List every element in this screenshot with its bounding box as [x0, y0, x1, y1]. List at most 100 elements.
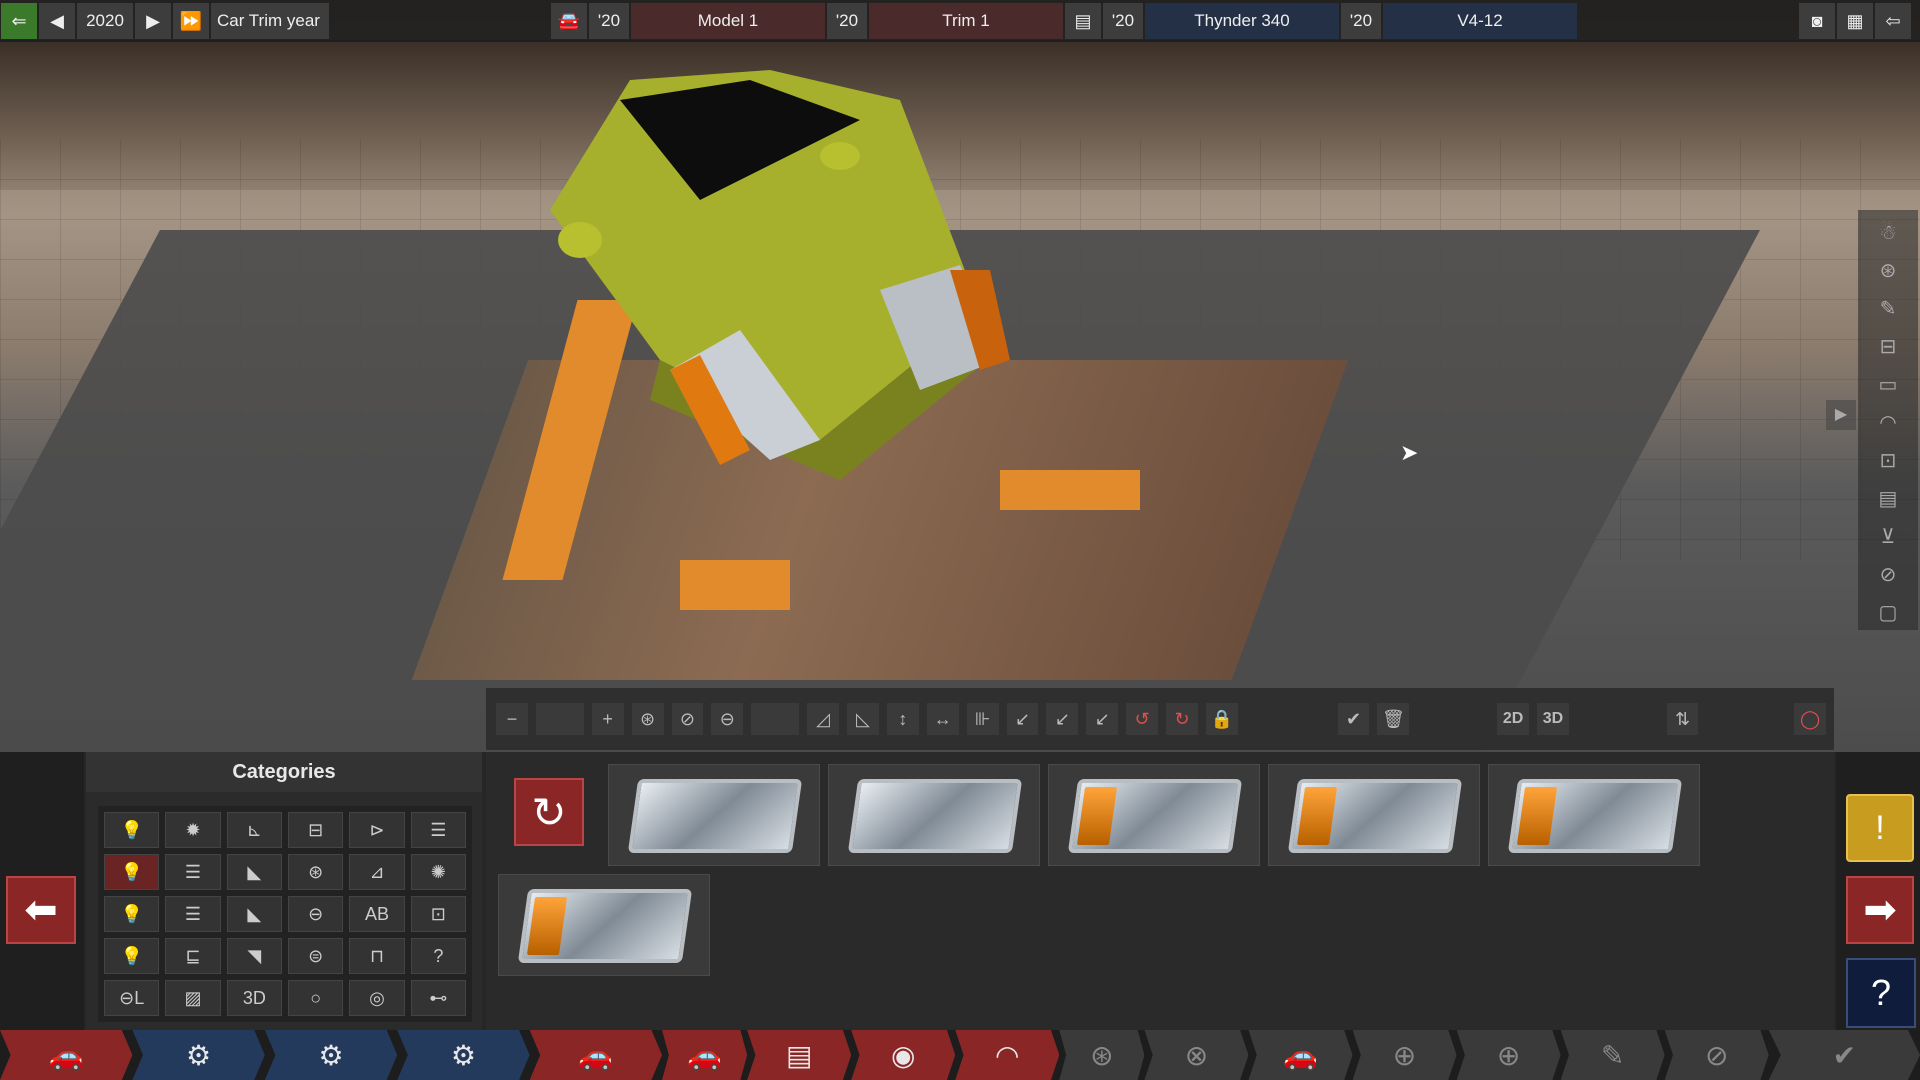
category-18-icon[interactable]: 💡: [104, 938, 160, 974]
car-side-icon[interactable]: ◠: [1873, 408, 1903, 438]
panel-icon[interactable]: ▭: [1873, 370, 1903, 400]
category-2-icon[interactable]: ⊾: [226, 812, 282, 848]
category-4-icon[interactable]: ⊳: [349, 812, 405, 848]
undo-icon[interactable]: ↺: [1126, 703, 1159, 735]
category-12-icon[interactable]: 💡: [104, 896, 160, 932]
seat-icon[interactable]: ⊻: [1873, 522, 1903, 552]
bumper-icon[interactable]: ⊟: [1873, 332, 1903, 362]
view-3d-button[interactable]: 3D: [1536, 703, 1569, 735]
category-17-icon[interactable]: ⊡: [410, 896, 466, 932]
headlight-option-5[interactable]: [1488, 764, 1700, 866]
category-13-icon[interactable]: ☰: [165, 896, 221, 932]
nav-tab-4-icon[interactable]: ⚙: [397, 1030, 530, 1080]
category-9-icon[interactable]: ⊛: [287, 854, 344, 890]
category-0-icon[interactable]: 💡: [104, 812, 160, 848]
fit-icon[interactable]: ⊛: [631, 703, 664, 735]
move-horizontal-icon[interactable]: ↔: [926, 703, 959, 735]
category-7-icon[interactable]: ☰: [165, 854, 221, 890]
nav-tab-2-icon[interactable]: ⚙: [132, 1030, 265, 1080]
variant-selector[interactable]: V4-12: [1383, 3, 1577, 39]
headlight-option-1[interactable]: [608, 764, 820, 866]
category-16-icon[interactable]: AB: [349, 896, 405, 932]
category-1-icon[interactable]: ✹: [165, 812, 221, 848]
rotate-x-icon[interactable]: ↙: [1006, 703, 1039, 735]
brush-icon[interactable]: ✎: [1873, 294, 1903, 324]
nav-tab-11-icon[interactable]: ⊗: [1144, 1030, 1249, 1080]
nav-tab-16-icon[interactable]: ⊘: [1664, 1030, 1769, 1080]
nav-tab-12-icon[interactable]: 🚗: [1248, 1030, 1353, 1080]
category-19-icon[interactable]: ⊑: [165, 938, 221, 974]
category-15-icon[interactable]: ⊖: [287, 896, 344, 932]
calculator-icon[interactable]: ▦: [1837, 3, 1873, 39]
back-to-menu-icon[interactable]: ⇐: [1, 3, 37, 39]
swap-icon[interactable]: ⇅: [1666, 703, 1699, 735]
nav-tab-6-icon[interactable]: 🚗: [662, 1030, 748, 1080]
depth-value-field[interactable]: [751, 703, 800, 735]
nav-tab-10-icon[interactable]: ⊛: [1059, 1030, 1145, 1080]
category-29-icon[interactable]: ⊷: [410, 980, 466, 1016]
category-20-icon[interactable]: ◥: [226, 938, 282, 974]
redo-icon[interactable]: ↻: [1166, 703, 1199, 735]
nav-tab-9-icon[interactable]: ◠: [955, 1030, 1060, 1080]
light-icon[interactable]: ⊡: [1873, 446, 1903, 476]
category-23-icon[interactable]: ?: [410, 938, 466, 974]
trash-icon[interactable]: 🗑: [1377, 703, 1410, 735]
model-selector[interactable]: Model 1: [631, 3, 825, 39]
category-25-icon[interactable]: ▨: [165, 980, 221, 1016]
nav-tab-14-icon[interactable]: ⊕: [1456, 1030, 1561, 1080]
headlight-option-6[interactable]: [498, 874, 710, 976]
expand-arrow-icon[interactable]: ▶: [1826, 400, 1856, 430]
exit-arrow-icon[interactable]: ⇦: [1875, 3, 1911, 39]
headlight-option-2[interactable]: [828, 764, 1040, 866]
confirm-icon[interactable]: ✔: [1337, 703, 1370, 735]
headlight-option-4[interactable]: [1268, 764, 1480, 866]
wheel-icon[interactable]: ⊛: [1873, 256, 1903, 286]
warning-button[interactable]: !: [1846, 794, 1914, 862]
category-5-icon[interactable]: ☰: [410, 812, 466, 848]
back-button[interactable]: ⬅: [6, 876, 76, 944]
year-fast-forward-icon[interactable]: ⏩: [173, 3, 209, 39]
grow-icon[interactable]: +: [591, 703, 624, 735]
category-26-icon[interactable]: 3D: [226, 980, 282, 1016]
category-27-icon[interactable]: ○: [287, 980, 344, 1016]
category-28-icon[interactable]: ◎: [349, 980, 405, 1016]
rotate-z-icon[interactable]: ↙: [1086, 703, 1119, 735]
category-21-icon[interactable]: ⊜: [287, 938, 344, 974]
year-prev-icon[interactable]: ◀: [39, 3, 75, 39]
nav-tab-15-icon[interactable]: ✎: [1560, 1030, 1665, 1080]
scale-value-field[interactable]: [535, 703, 584, 735]
trim-selector[interactable]: Trim 1: [869, 3, 1063, 39]
grille-icon[interactable]: ▤: [1873, 484, 1903, 514]
category-6-icon[interactable]: 💡: [104, 854, 160, 890]
help-button[interactable]: ?: [1846, 958, 1916, 1028]
no-icon[interactable]: ⊘: [1873, 560, 1903, 590]
engine-selector[interactable]: Thynder 340: [1145, 3, 1339, 39]
mirror-icon[interactable]: ⊪: [966, 703, 999, 735]
nav-tab-7-icon[interactable]: ▤: [747, 1030, 852, 1080]
nav-tab-13-icon[interactable]: ⊕: [1352, 1030, 1457, 1080]
skew-left-icon[interactable]: ◿: [807, 703, 839, 735]
category-24-icon[interactable]: ⊖L: [104, 980, 160, 1016]
skew-right-icon[interactable]: ◺: [847, 703, 879, 735]
category-8-icon[interactable]: ◣: [226, 854, 282, 890]
category-22-icon[interactable]: ⊓: [349, 938, 405, 974]
car-model-3d[interactable]: [520, 60, 1240, 540]
next-button[interactable]: ➡: [1846, 876, 1914, 944]
nav-tab-3-icon[interactable]: ⚙: [264, 1030, 398, 1080]
engine-icon[interactable]: ▤: [1065, 3, 1101, 39]
headlight-option-3[interactable]: [1048, 764, 1260, 866]
category-10-icon[interactable]: ⊿: [349, 854, 405, 890]
pedestrian-icon[interactable]: ☃: [1873, 218, 1903, 248]
lock-icon[interactable]: 🔒: [1206, 703, 1238, 735]
camera-icon[interactable]: ◙: [1799, 3, 1835, 39]
year-next-icon[interactable]: ▶: [135, 3, 171, 39]
category-11-icon[interactable]: ✺: [410, 854, 466, 890]
nav-tab-8-icon[interactable]: ◉: [851, 1030, 956, 1080]
category-14-icon[interactable]: ◣: [226, 896, 282, 932]
reset-button[interactable]: ↻: [514, 778, 584, 846]
record-icon[interactable]: ◯: [1794, 703, 1827, 735]
rotate-y-icon[interactable]: ↙: [1046, 703, 1079, 735]
no-mirror-icon[interactable]: ⊘: [671, 703, 704, 735]
move-vertical-icon[interactable]: ↕: [886, 703, 919, 735]
shrink-icon[interactable]: −: [496, 703, 528, 735]
